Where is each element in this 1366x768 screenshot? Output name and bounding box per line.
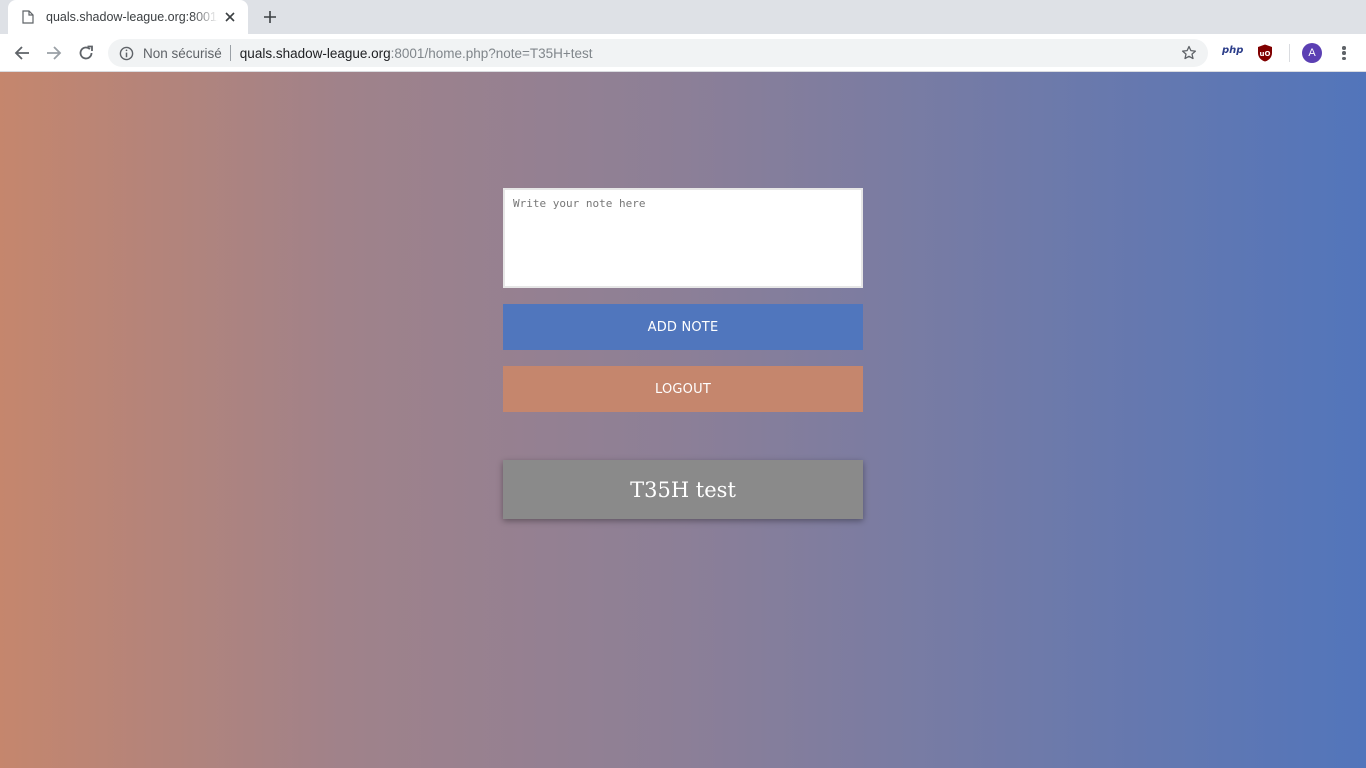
php-extension-icon[interactable]: php xyxy=(1222,45,1243,56)
new-tab-icon[interactable] xyxy=(258,5,282,29)
bookmark-star-icon[interactable] xyxy=(1180,44,1198,62)
back-arrow-icon[interactable] xyxy=(8,39,36,67)
url-host: quals.shadow-league.org xyxy=(239,45,391,61)
add-note-button[interactable]: ADD NOTE xyxy=(503,304,863,350)
tab-title: quals.shadow-league.org:8001/home.php?no… xyxy=(46,10,218,24)
address-bar[interactable]: Non sécurisé quals.shadow-league.org:800… xyxy=(108,39,1208,67)
info-icon[interactable] xyxy=(119,45,135,61)
logout-button[interactable]: LOGOUT xyxy=(503,366,863,412)
page-background: ADD NOTE LOGOUT T35H test xyxy=(0,72,1366,768)
close-tab-icon[interactable] xyxy=(222,9,238,25)
security-label[interactable]: Non sécurisé xyxy=(143,46,222,61)
url-text[interactable]: quals.shadow-league.org:8001/home.php?no… xyxy=(240,46,593,61)
browser-tab[interactable]: quals.shadow-league.org:8001/home.php?no… xyxy=(8,0,248,34)
ublock-shield-icon[interactable]: uO xyxy=(1257,44,1273,62)
tab-strip: quals.shadow-league.org:8001/home.php?no… xyxy=(0,0,1366,34)
svg-text:uO: uO xyxy=(1260,50,1271,58)
document-icon xyxy=(22,9,36,25)
note-textarea[interactable] xyxy=(503,188,863,288)
toolbar-divider xyxy=(1289,44,1290,62)
security-separator xyxy=(229,45,231,61)
reload-icon[interactable] xyxy=(72,39,100,67)
profile-avatar[interactable]: A xyxy=(1302,43,1322,63)
menu-dots-icon[interactable] xyxy=(1336,43,1352,63)
note-card: T35H test xyxy=(503,460,863,519)
browser-toolbar: Non sécurisé quals.shadow-league.org:800… xyxy=(0,34,1366,72)
forward-arrow-icon[interactable] xyxy=(40,39,68,67)
url-path: :8001/home.php?note=T35H+test xyxy=(390,45,593,61)
